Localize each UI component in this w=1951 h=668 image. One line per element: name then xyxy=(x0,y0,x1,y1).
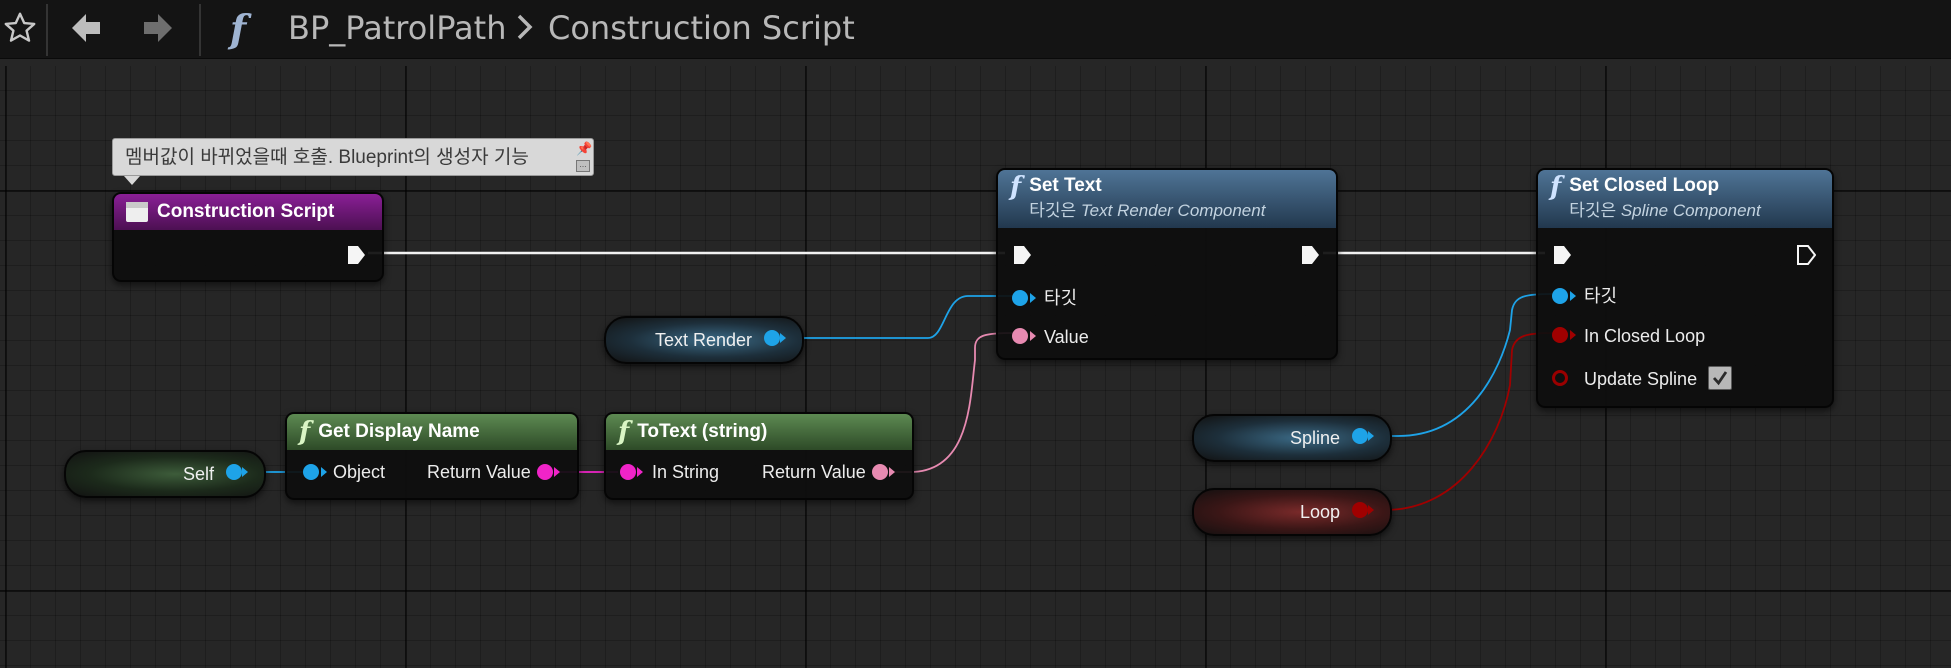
update-spline-input-pin[interactable] xyxy=(1552,370,1568,386)
node-subtitle: 타깃은 Text Render Component xyxy=(1029,201,1266,220)
target-input-pin[interactable] xyxy=(1012,290,1028,306)
pin-arrow xyxy=(554,467,560,477)
comment-expand-icon[interactable]: … xyxy=(576,160,590,172)
pin-label-return-value: Return Value xyxy=(427,462,531,482)
pin-arrow xyxy=(1368,431,1374,441)
node-title: Construction Script xyxy=(157,201,335,222)
exec-output-pin[interactable] xyxy=(1300,244,1320,266)
variable-node-text-render[interactable]: Text Render xyxy=(604,316,804,364)
variable-label: Self xyxy=(182,464,214,484)
exec-output-pin-unconnected[interactable] xyxy=(1796,244,1816,266)
variable-node-spline[interactable]: Spline xyxy=(1192,414,1392,462)
function-f-icon: f xyxy=(299,417,311,447)
pin-arrow xyxy=(1570,291,1576,301)
exec-input-pin[interactable] xyxy=(1552,244,1572,266)
pin-arrow xyxy=(242,467,248,477)
wire-loop-to-inclosedloop xyxy=(1372,332,1553,511)
checkmark-icon xyxy=(1712,371,1728,386)
function-f-icon: f xyxy=(1010,172,1022,202)
pushpin-icon[interactable]: 📌 xyxy=(576,142,592,157)
variable-label: Loop xyxy=(1299,502,1340,522)
variable-label: Spline xyxy=(1289,428,1340,448)
pin-label-update-spline: Update Spline xyxy=(1584,369,1698,389)
comment-bubble-tail xyxy=(124,176,140,185)
node-set-closed-loop[interactable]: f Set Closed Loop 타깃은 Spline Component 타… xyxy=(1536,168,1834,408)
object-input-pin[interactable] xyxy=(303,464,319,480)
pin-arrow xyxy=(637,467,643,477)
return-value-output-pin[interactable] xyxy=(872,464,888,480)
pin-label-value: Value xyxy=(1044,327,1089,347)
pin-arrow xyxy=(1570,330,1576,340)
variable-output-pin[interactable] xyxy=(1352,502,1368,518)
pin-arrow xyxy=(1368,505,1374,515)
pin-label-in-string: In String xyxy=(652,462,720,482)
node-header: f Get Display Name xyxy=(287,414,577,450)
pin-label-target: 타깃 xyxy=(1044,288,1078,308)
variable-node-loop[interactable]: Loop xyxy=(1192,488,1392,536)
function-f-icon: f xyxy=(618,417,630,447)
node-to-text-string[interactable]: f ToText (string) In String Return Value xyxy=(604,412,914,500)
node-get-display-name[interactable]: f Get Display Name Object Return Value xyxy=(285,412,579,500)
node-construction-script[interactable]: Construction Script xyxy=(112,192,384,282)
node-set-text[interactable]: f Set Text 타깃은 Text Render Component 타깃 … xyxy=(996,168,1338,360)
node-header: Construction Script xyxy=(114,194,382,230)
pin-arrow xyxy=(1030,293,1036,303)
in-closed-loop-input-pin[interactable] xyxy=(1552,327,1568,343)
variable-output-pin[interactable] xyxy=(1352,428,1368,444)
pin-arrow xyxy=(1030,331,1036,341)
node-header: f ToText (string) xyxy=(606,414,912,450)
node-title: ToText (string) xyxy=(637,421,768,442)
variable-output-pin[interactable] xyxy=(226,464,242,480)
return-value-output-pin[interactable] xyxy=(537,464,553,480)
pin-arrow xyxy=(780,333,786,343)
function-f-icon: f xyxy=(1550,172,1562,202)
wire-textrender-to-target xyxy=(778,295,1014,339)
node-comment-bubble[interactable]: 멤버값이 바뀌었을때 호출. Blueprint의 생성자 기능 xyxy=(112,138,594,176)
value-input-pin[interactable] xyxy=(1012,328,1028,344)
pin-label-in-closed-loop: In Closed Loop xyxy=(1584,326,1706,346)
pin-label-target: 타깃 xyxy=(1584,286,1618,306)
variable-label: Text Render xyxy=(654,330,752,350)
node-title: Get Display Name xyxy=(318,421,480,442)
node-subtitle: 타깃은 Spline Component xyxy=(1569,201,1761,220)
exec-output-pin[interactable] xyxy=(346,244,366,266)
node-title: Set Closed Loop xyxy=(1569,175,1720,196)
target-input-pin[interactable] xyxy=(1552,288,1568,304)
in-string-input-pin[interactable] xyxy=(620,464,636,480)
update-spline-checkbox[interactable] xyxy=(1708,366,1732,390)
node-header: f Set Closed Loop 타깃은 Spline Component xyxy=(1538,170,1832,228)
variable-output-pin[interactable] xyxy=(764,330,780,346)
pin-arrow xyxy=(321,467,327,477)
script-event-icon xyxy=(126,202,148,222)
pin-label-object: Object xyxy=(333,462,386,482)
exec-input-pin[interactable] xyxy=(1012,244,1032,266)
node-title: Set Text xyxy=(1029,175,1102,196)
pin-arrow xyxy=(889,467,895,477)
node-header: f Set Text 타깃은 Text Render Component xyxy=(998,170,1336,228)
variable-node-self[interactable]: Self xyxy=(64,450,266,498)
wire-spline-to-target xyxy=(1372,293,1553,437)
pin-label-return-value: Return Value xyxy=(762,462,866,482)
